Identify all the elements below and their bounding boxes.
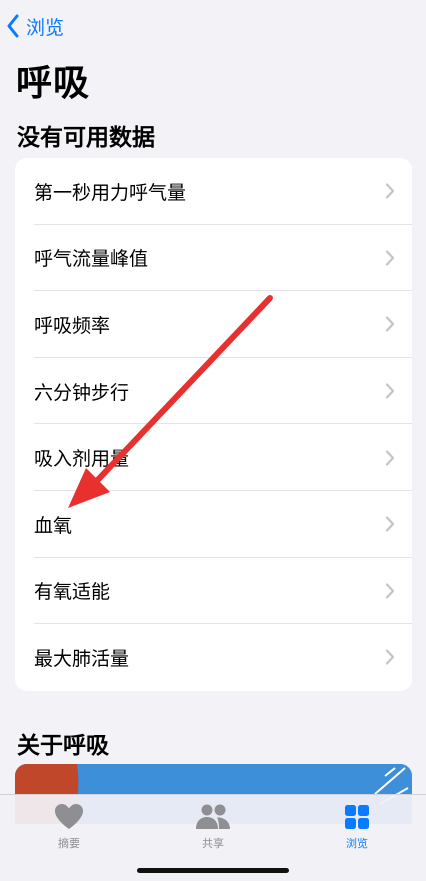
list-item-label: 血氧 xyxy=(34,514,73,537)
back-button[interactable]: 浏览 xyxy=(6,12,64,40)
list-item-inhaler-usage[interactable]: 吸入剂用量 xyxy=(15,424,412,491)
list-item-blood-oxygen[interactable]: 血氧 xyxy=(15,491,412,558)
list-item-label: 呼气流量峰值 xyxy=(34,248,149,271)
list-item-label: 第一秒用力呼气量 xyxy=(34,181,187,204)
list-item-six-minute-walk[interactable]: 六分钟步行 xyxy=(15,358,412,425)
chevron-right-icon xyxy=(385,383,395,399)
list-item-label: 呼吸频率 xyxy=(34,314,111,337)
list-item-label: 有氧适能 xyxy=(34,581,111,604)
tab-browse[interactable]: 浏览 xyxy=(312,803,402,851)
about-section-title: 关于呼吸 xyxy=(17,733,109,759)
list-item-label: 最大肺活量 xyxy=(34,647,130,670)
chevron-left-icon xyxy=(7,14,19,38)
list-item-peak-flow[interactable]: 呼气流量峰值 xyxy=(15,225,412,292)
tab-sharing[interactable]: 共享 xyxy=(168,803,258,851)
tab-summary[interactable]: 摘要 xyxy=(24,803,114,851)
list-item-vital-capacity[interactable]: 最大肺活量 xyxy=(15,624,412,691)
list-item-label: 吸入剂用量 xyxy=(34,448,130,471)
chevron-right-icon xyxy=(385,183,395,199)
chevron-right-icon xyxy=(385,516,395,532)
tab-label: 共享 xyxy=(202,837,224,850)
chevron-right-icon xyxy=(385,450,395,466)
section-title: 没有可用数据 xyxy=(17,125,155,151)
chevron-right-icon xyxy=(385,250,395,266)
page-title: 呼吸 xyxy=(16,63,91,104)
tab-label: 浏览 xyxy=(346,837,368,850)
chevron-right-icon xyxy=(385,649,395,666)
heart-icon xyxy=(55,804,83,829)
tab-label: 摘要 xyxy=(58,837,80,850)
data-type-list: 第一秒用力呼气量 呼气流量峰值 呼吸频率 六分钟步行 吸入剂用量 血氧 有氧适能… xyxy=(15,158,412,691)
grid-icon xyxy=(345,805,369,829)
chevron-right-icon xyxy=(385,316,395,333)
list-item-fev1[interactable]: 第一秒用力呼气量 xyxy=(15,158,412,225)
chevron-right-icon xyxy=(385,583,395,599)
back-label: 浏览 xyxy=(26,16,65,39)
people-icon xyxy=(196,804,230,829)
list-item-respiratory-rate[interactable]: 呼吸频率 xyxy=(15,291,412,358)
home-indicator xyxy=(137,868,289,873)
list-item-label: 六分钟步行 xyxy=(34,381,130,404)
list-item-cardio-fitness[interactable]: 有氧适能 xyxy=(15,558,412,625)
